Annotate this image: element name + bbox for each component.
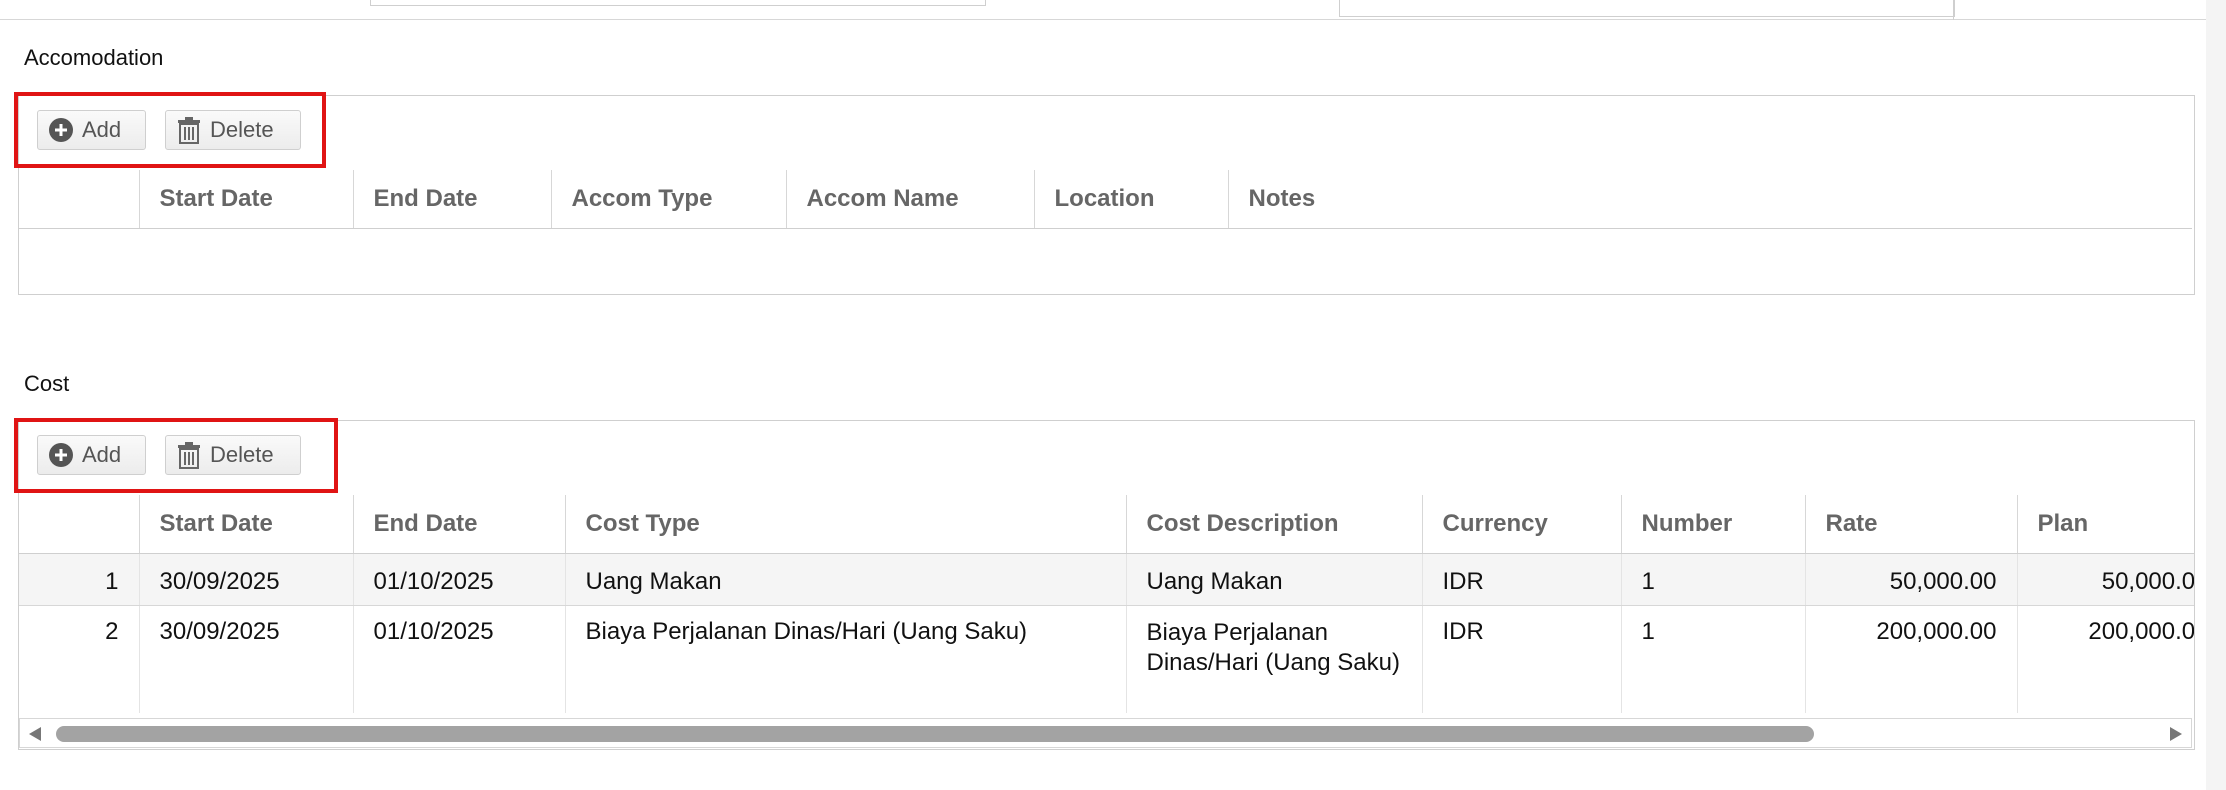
- start-date-cell[interactable]: 30/09/2025: [139, 605, 354, 713]
- table-row[interactable]: 2 30/09/2025 01/10/2025 Biaya Perjalanan…: [19, 605, 2194, 713]
- column-header-plan[interactable]: Plan: [2017, 495, 2194, 554]
- column-header-start-date[interactable]: Start Date: [139, 495, 354, 554]
- table-row[interactable]: 1 30/09/2025 01/10/2025 Uang Makan Uang …: [19, 553, 2194, 606]
- column-header-currency[interactable]: Currency: [1422, 495, 1622, 554]
- cost-description-cell[interactable]: Uang Makan: [1126, 553, 1423, 606]
- accommodation-section-title: Accomodation: [24, 45, 164, 70]
- row-number-header: [19, 495, 140, 554]
- column-header-end-date[interactable]: End Date: [353, 170, 552, 229]
- cost-table: Start Date End Date Cost Type Cost Descr…: [19, 495, 2194, 713]
- previous-field-box: [370, 0, 986, 6]
- number-cell[interactable]: 1: [1621, 553, 1806, 606]
- cost-toolbar-highlight: [14, 418, 338, 493]
- row-number-cell: 2: [19, 605, 140, 713]
- currency-cell[interactable]: IDR: [1422, 553, 1622, 606]
- column-header-number[interactable]: Number: [1621, 495, 1806, 554]
- column-header-cost-description[interactable]: Cost Description: [1126, 495, 1423, 554]
- triangle-right-icon[interactable]: [2169, 726, 2183, 742]
- cost-type-cell[interactable]: Uang Makan: [565, 553, 1127, 606]
- column-header-accom-name[interactable]: Accom Name: [786, 170, 1035, 229]
- page-vertical-scrollbar[interactable]: [2206, 0, 2226, 790]
- column-header-accom-type[interactable]: Accom Type: [551, 170, 787, 229]
- horizontal-scrollbar-thumb[interactable]: [56, 726, 1814, 742]
- column-header-rate[interactable]: Rate: [1805, 495, 2018, 554]
- start-date-cell[interactable]: 30/09/2025: [139, 553, 354, 606]
- row-number-header: [19, 170, 140, 229]
- column-header-start-date[interactable]: Start Date: [139, 170, 354, 229]
- rate-cell[interactable]: 50,000.00: [1805, 553, 2018, 606]
- cost-description-cell[interactable]: Biaya Perjalanan Dinas/Hari (Uang Saku): [1126, 605, 1423, 713]
- accommodation-toolbar-highlight: [14, 92, 326, 168]
- row-number-cell: 1: [19, 553, 140, 606]
- number-cell[interactable]: 1: [1621, 605, 1806, 713]
- rate-cell[interactable]: 200,000.00: [1805, 605, 2018, 713]
- cost-section-title: Cost: [24, 371, 70, 396]
- column-header-cost-type[interactable]: Cost Type: [565, 495, 1127, 554]
- previous-field-box-2: [1339, 0, 1955, 17]
- cost-grid: Add Delete Start Date End Date Cost Type…: [18, 420, 2195, 750]
- horizontal-scrollbar[interactable]: [19, 718, 2192, 748]
- triangle-left-icon[interactable]: [28, 726, 42, 742]
- previous-field-separator: [1953, 0, 1954, 20]
- end-date-cell[interactable]: 01/10/2025: [353, 553, 566, 606]
- cost-type-cell[interactable]: Biaya Perjalanan Dinas/Hari (Uang Saku): [565, 605, 1127, 713]
- plan-cell[interactable]: 50,000.00: [2017, 553, 2194, 606]
- accommodation-grid: Add Delete Start Date End Date Accom Typ…: [18, 95, 2195, 295]
- column-header-location[interactable]: Location: [1034, 170, 1229, 229]
- currency-cell[interactable]: IDR: [1422, 605, 1622, 713]
- column-header-notes[interactable]: Notes: [1228, 170, 2192, 229]
- column-header-end-date[interactable]: End Date: [353, 495, 566, 554]
- cost-header-row: Start Date End Date Cost Type Cost Descr…: [19, 495, 2194, 554]
- accommodation-header-row: Start Date End Date Accom Type Accom Nam…: [19, 170, 2192, 229]
- top-divider: [0, 19, 2226, 20]
- end-date-cell[interactable]: 01/10/2025: [353, 605, 566, 713]
- accommodation-table: Start Date End Date Accom Type Accom Nam…: [19, 170, 2192, 229]
- plan-cell[interactable]: 200,000.00: [2017, 605, 2194, 713]
